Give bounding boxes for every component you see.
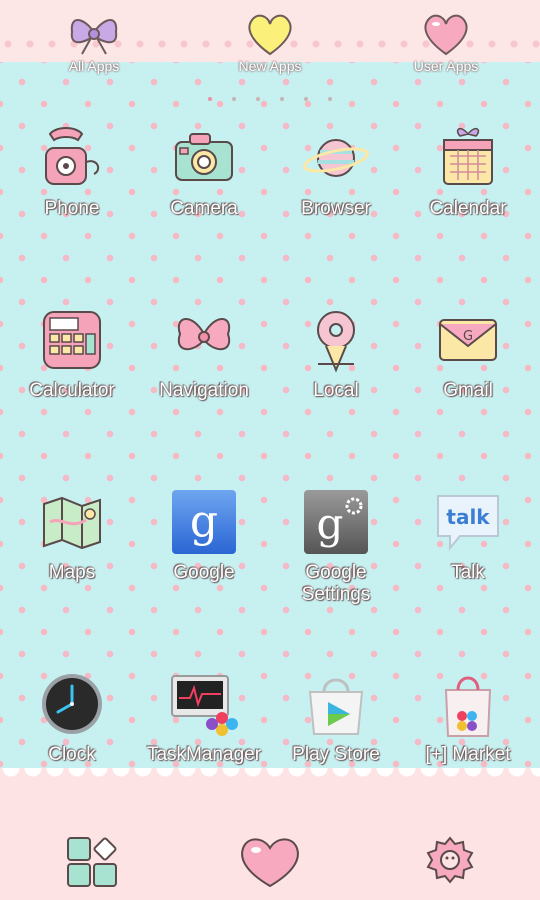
svg-text:g: g xyxy=(317,499,344,548)
app-phone[interactable]: Phone xyxy=(6,122,138,220)
app-label: Gmail xyxy=(443,380,493,401)
play-store-icon xyxy=(308,678,364,735)
app-browser[interactable]: Browser xyxy=(270,122,402,220)
app-market[interactable]: [+] Market xyxy=(402,668,534,766)
tab-user-apps[interactable]: User Apps xyxy=(386,6,506,74)
app-maps[interactable]: Maps xyxy=(6,486,138,584)
settings-button[interactable] xyxy=(410,832,490,898)
app-label: Play Store xyxy=(292,744,380,765)
app-gmail[interactable]: G Gmail xyxy=(402,304,534,402)
app-navigation[interactable]: Navigation xyxy=(138,304,270,402)
app-taskmanager[interactable]: TaskManager xyxy=(138,668,270,766)
page-dot xyxy=(256,97,260,101)
page-indicator xyxy=(0,88,540,106)
app-label: Navigation xyxy=(159,380,249,401)
app-label: Google xyxy=(173,562,235,583)
page-dot xyxy=(232,97,236,101)
page-dot xyxy=(328,97,332,101)
donut-icon xyxy=(317,311,355,373)
google-icon: g xyxy=(172,490,236,554)
page-dot xyxy=(208,97,212,101)
bow-icon xyxy=(70,19,118,55)
svg-text:g: g xyxy=(190,496,218,547)
app-label: Talk xyxy=(451,562,485,583)
app-google[interactable]: g Google xyxy=(138,486,270,584)
tab-new-apps-label: New Apps xyxy=(238,58,302,74)
app-google-settings[interactable]: g Google Settings xyxy=(270,486,402,606)
svg-text:G: G xyxy=(463,329,473,344)
app-label: Local xyxy=(313,380,359,401)
talk-icon: talk xyxy=(437,495,499,551)
app-play-store[interactable]: Play Store xyxy=(270,668,402,766)
heart-home-icon xyxy=(241,838,299,888)
app-talk[interactable]: talk Talk xyxy=(402,486,534,584)
app-label: TaskManager xyxy=(146,744,262,765)
taskmanager-icon xyxy=(171,675,238,736)
app-label: [+] Market xyxy=(425,744,511,765)
market-bag-icon xyxy=(444,676,492,737)
app-label: Browser xyxy=(301,198,371,219)
clock-icon xyxy=(42,674,102,734)
app-label: Camera xyxy=(170,198,238,219)
tab-all-apps-label: All Apps xyxy=(68,58,120,74)
app-label: Maps xyxy=(48,562,96,583)
home-heart-button[interactable] xyxy=(232,832,308,898)
app-label: Clock xyxy=(48,744,96,765)
app-camera[interactable]: Camera xyxy=(138,122,270,220)
map-icon xyxy=(43,496,101,550)
google-settings-icon: g xyxy=(304,490,368,554)
tab-new-apps[interactable]: New Apps xyxy=(210,6,330,74)
yellow-heart-icon xyxy=(248,14,292,56)
bottom-lace-border xyxy=(0,768,540,802)
pink-heart-icon xyxy=(424,14,468,56)
envelope-icon: G xyxy=(439,319,497,361)
tab-user-apps-label: User Apps xyxy=(413,58,479,74)
app-calendar[interactable]: Calendar xyxy=(402,122,534,220)
page-dot xyxy=(304,97,308,101)
app-label: Calculator xyxy=(29,380,115,401)
ribbon-icon xyxy=(177,318,231,350)
tab-all-apps[interactable]: All Apps xyxy=(34,6,154,74)
planet-icon xyxy=(303,139,369,177)
widgets-icon xyxy=(67,837,117,887)
phone-icon xyxy=(45,127,100,185)
app-local[interactable]: Local xyxy=(270,304,402,402)
calendar-icon xyxy=(443,127,493,185)
svg-text:talk: talk xyxy=(446,505,490,529)
app-label: Calendar xyxy=(429,198,507,219)
app-calculator[interactable]: Calculator xyxy=(6,304,138,402)
settings-gear-icon xyxy=(426,836,474,884)
page-dot xyxy=(280,97,284,101)
app-label: Phone xyxy=(44,198,100,219)
app-label: Google Settings xyxy=(301,562,371,605)
widgets-button[interactable] xyxy=(56,832,136,898)
calculator-icon xyxy=(43,311,101,369)
camera-icon xyxy=(175,133,233,181)
app-clock[interactable]: Clock xyxy=(6,668,138,766)
